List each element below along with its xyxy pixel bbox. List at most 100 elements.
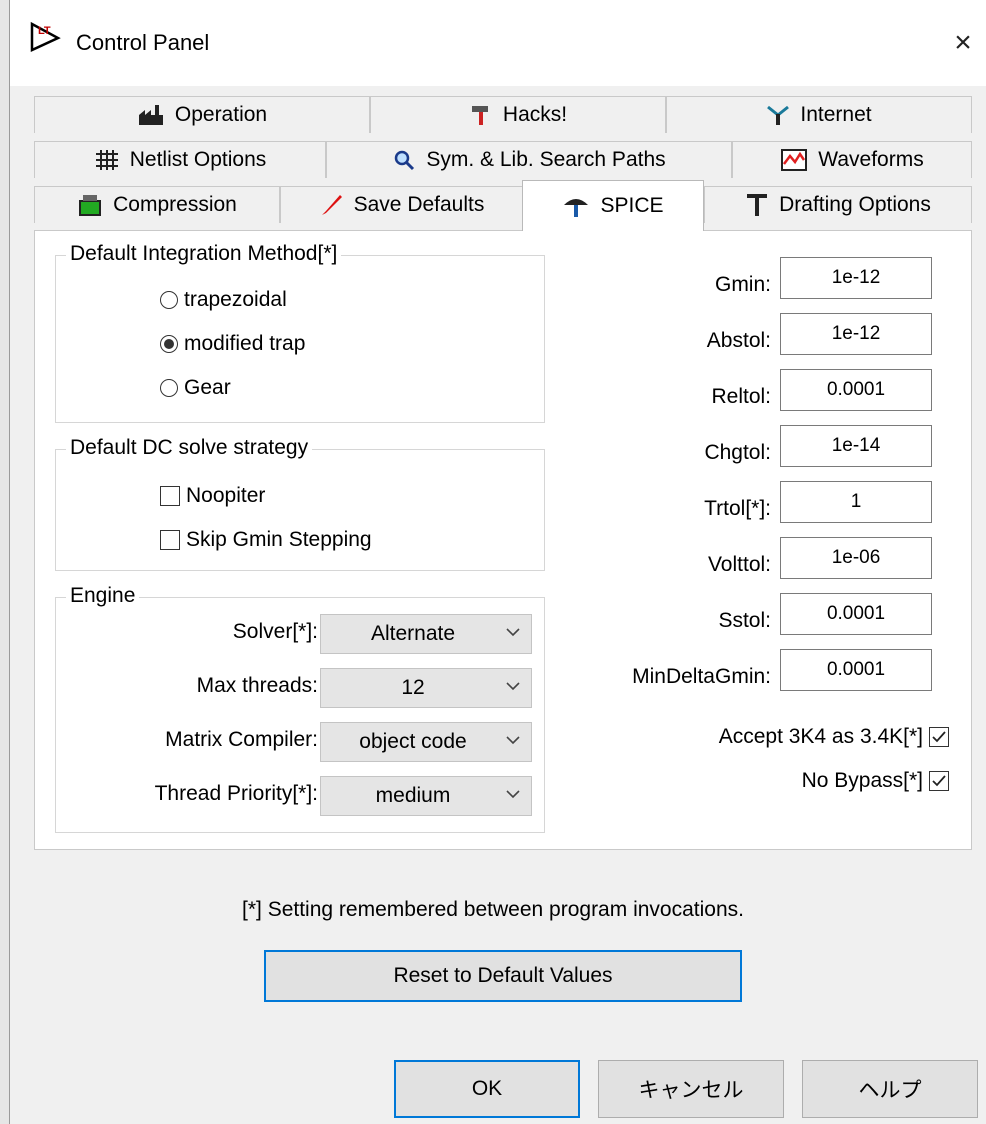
checkbox-box[interactable] — [160, 530, 180, 550]
radio-modified-trap[interactable]: modified trap — [160, 332, 305, 356]
trtol-label: Trtol[*]: — [704, 497, 771, 520]
engine-legend: Engine — [66, 584, 140, 608]
max-threads-label: Max threads: — [196, 674, 318, 697]
checkbox-box[interactable] — [160, 486, 180, 506]
chevron-down-icon — [506, 628, 520, 637]
tab-save-defaults[interactable]: Save Defaults — [280, 186, 524, 223]
thread-priority-label: Thread Priority[*]: — [154, 782, 318, 805]
checkbox-accept-3k4[interactable]: Accept 3K4 as 3.4K[*] — [719, 725, 949, 749]
radio-circle[interactable] — [160, 291, 178, 309]
matrix-compiler-select[interactable]: object code — [320, 722, 532, 762]
tab-label: Hacks! — [502, 103, 568, 126]
cancel-button[interactable]: キャンセル — [598, 1060, 784, 1118]
hammer-icon — [471, 106, 488, 125]
checkbox-box-checked[interactable] — [929, 771, 949, 791]
magnifier-icon — [395, 150, 415, 171]
ltspice-app-icon: LT — [30, 21, 61, 52]
select-value: 12 — [401, 676, 425, 699]
volttol-input[interactable]: 1e-06 — [780, 537, 932, 579]
tab-label: Drafting Options — [779, 193, 931, 216]
checkbox-box-checked[interactable] — [929, 727, 949, 747]
window-title: Control Panel — [76, 30, 210, 55]
radio-circle-selected[interactable] — [160, 335, 178, 353]
radio-label: trapezoidal — [184, 288, 287, 311]
antenna-icon — [767, 105, 790, 125]
chgtol-label: Chgtol: — [704, 441, 771, 464]
checkbox-noopiter[interactable]: Noopiter — [160, 484, 265, 508]
checkbox-label: No Bypass[*] — [801, 769, 923, 792]
trtol-input[interactable]: 1 — [780, 481, 932, 523]
tab-search-paths[interactable]: Sym. & Lib. Search Paths — [326, 141, 732, 178]
tab-operation[interactable]: Operation — [34, 96, 370, 133]
spice-tab-panel: Default Integration Method[*] trapezoida… — [34, 230, 972, 850]
checkmark-icon — [932, 731, 946, 743]
gmin-label: Gmin: — [714, 273, 771, 296]
abstol-label: Abstol: — [706, 329, 771, 352]
sstol-label: Sstol: — [718, 609, 771, 632]
background-window-edge — [0, 0, 10, 1124]
engine-group: Engine Solver[*]: Alternate Max threads:… — [55, 584, 545, 833]
close-button[interactable]: × — [940, 20, 986, 66]
checkbox-label: Skip Gmin Stepping — [186, 528, 372, 551]
checkbox-skip-gmin-stepping[interactable]: Skip Gmin Stepping — [160, 528, 372, 552]
chgtol-input[interactable]: 1e-14 — [780, 425, 932, 467]
tab-compression[interactable]: Compression — [34, 186, 280, 223]
tab-internet[interactable]: Internet — [666, 96, 972, 133]
radio-circle[interactable] — [160, 379, 178, 397]
tab-label: Operation — [174, 103, 268, 126]
tab-label: Compression — [113, 193, 237, 216]
pen-icon — [321, 195, 342, 215]
select-value: medium — [375, 784, 451, 807]
factory-icon — [138, 105, 163, 125]
tab-label: Sym. & Lib. Search Paths — [426, 148, 666, 171]
max-threads-select[interactable]: 12 — [320, 668, 532, 708]
integration-method-legend: Default Integration Method[*] — [66, 242, 342, 266]
waveform-icon — [781, 149, 808, 171]
dc-solve-group: Default DC solve strategy Noopiter Skip … — [55, 436, 545, 571]
integration-method-group: Default Integration Method[*] trapezoida… — [55, 242, 545, 423]
tab-label: Save Defaults — [353, 193, 485, 216]
thread-priority-select[interactable]: medium — [320, 776, 532, 816]
compression-icon — [79, 195, 102, 216]
checkbox-label: Accept 3K4 as 3.4K[*] — [718, 725, 923, 748]
matrix-compiler-label: Matrix Compiler: — [165, 728, 318, 751]
solver-label: Solver[*]: — [232, 620, 318, 643]
sstol-input[interactable]: 0.0001 — [780, 593, 932, 635]
tab-label: Internet — [800, 103, 872, 126]
tab-label: Netlist Options — [129, 148, 267, 171]
radio-label: modified trap — [184, 332, 306, 355]
checkbox-no-bypass[interactable]: No Bypass[*] — [802, 769, 949, 793]
select-value: Alternate — [370, 622, 456, 645]
help-button[interactable]: ヘルプ — [802, 1060, 978, 1118]
reltol-label: Reltol: — [711, 385, 771, 408]
solver-select[interactable]: Alternate — [320, 614, 532, 654]
gmin-input[interactable]: 1e-12 — [780, 257, 932, 299]
t-square-icon — [747, 194, 768, 216]
volttol-label: Volttol: — [707, 553, 771, 576]
mindeltagmin-label: MinDeltaGmin: — [632, 665, 771, 688]
svg-text:LT: LT — [38, 25, 51, 37]
tab-label: SPICE — [600, 194, 664, 217]
dc-solve-legend: Default DC solve strategy — [66, 436, 313, 460]
reltol-input[interactable]: 0.0001 — [780, 369, 932, 411]
radio-label: Gear — [184, 376, 231, 399]
tab-spice[interactable]: SPICE — [522, 180, 704, 231]
tab-hacks[interactable]: Hacks! — [370, 96, 666, 133]
grid-icon — [95, 150, 118, 170]
chevron-down-icon — [506, 790, 520, 799]
tab-drafting-options[interactable]: Drafting Options — [704, 186, 972, 223]
mindeltagmin-input[interactable]: 0.0001 — [780, 649, 932, 691]
footnote-text: [*] Setting remembered between program i… — [242, 898, 744, 921]
radio-gear[interactable]: Gear — [160, 376, 231, 400]
ok-button[interactable]: OK — [394, 1060, 580, 1118]
radio-trapezoidal[interactable]: trapezoidal — [160, 288, 287, 312]
tab-netlist-options[interactable]: Netlist Options — [34, 141, 326, 178]
abstol-input[interactable]: 1e-12 — [780, 313, 932, 355]
reset-defaults-button[interactable]: Reset to Default Values — [264, 950, 742, 1002]
tab-waveforms[interactable]: Waveforms — [732, 141, 972, 178]
tab-label: Waveforms — [818, 148, 924, 171]
checkbox-label: Noopiter — [186, 484, 266, 507]
chevron-down-icon — [506, 736, 520, 745]
select-value: object code — [359, 730, 467, 753]
checkmark-icon — [932, 775, 946, 787]
